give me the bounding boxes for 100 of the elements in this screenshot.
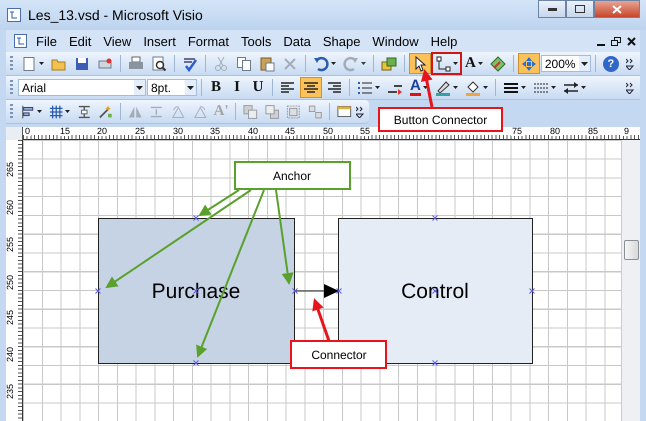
cut-icon [213, 56, 229, 72]
save-icon [74, 56, 90, 72]
connector-arrow [294, 284, 339, 298]
callout-box: Button Connector [378, 107, 503, 132]
flip-horizontal-icon [128, 104, 142, 120]
preview-icon [151, 56, 167, 72]
align-left-icon [280, 80, 296, 96]
window-title: Les_13.vsd - Microsoft Visio [28, 7, 204, 23]
bring-front-icon [243, 104, 258, 120]
overflow-icon[interactable] [626, 58, 636, 70]
rotate-right-icon [192, 104, 208, 120]
callout-box: Anchor [234, 161, 351, 190]
ruler-label: 255 [6, 236, 15, 252]
connection-point-icon [193, 215, 199, 221]
menu-item[interactable]: Help [424, 32, 464, 50]
close-icon[interactable] [627, 36, 636, 46]
caret-icon [578, 56, 590, 71]
distribute-icon [76, 104, 92, 120]
ruler-label: 9 [623, 127, 630, 136]
ruler-label: 15 [59, 127, 72, 136]
shapes-icon [381, 56, 397, 72]
ruler-label: 235 [6, 384, 15, 399]
group-icon [286, 104, 301, 120]
new-icon [21, 56, 37, 72]
connection-point-icon [292, 288, 298, 294]
menu-item[interactable]: Tools [235, 32, 278, 50]
scrollbar[interactable] [621, 140, 640, 421]
text-button[interactable]: A [462, 53, 486, 74]
menu-item[interactable]: Window [366, 32, 425, 50]
overflow-icon[interactable] [626, 82, 636, 94]
paste-icon [259, 56, 275, 72]
ruler-label: 240 [6, 346, 15, 362]
callout-arrow [312, 298, 330, 342]
send-back-icon [264, 104, 280, 120]
document-icon[interactable] [12, 33, 30, 49]
font-color-button[interactable]: A [407, 77, 431, 98]
menu-item[interactable]: File [30, 32, 63, 50]
text-button[interactable]: I [227, 77, 247, 98]
pointer-button[interactable] [409, 53, 431, 74]
align-center-button[interactable] [300, 77, 322, 98]
print-icon [128, 56, 144, 72]
fill-color-icon [464, 80, 481, 96]
connector-button[interactable] [432, 53, 461, 74]
minimize-button[interactable] [538, 0, 566, 18]
combo-field[interactable]: 8pt. [147, 79, 197, 96]
text-button[interactable]: U [248, 77, 268, 98]
ruler-corner [6, 127, 23, 140]
redo-icon [343, 56, 359, 72]
close-button[interactable] [594, 0, 640, 18]
caret-icon [134, 80, 145, 95]
menu-item[interactable]: Edit [62, 32, 98, 50]
line-color-icon [434, 80, 451, 96]
menu-item[interactable]: Insert [137, 32, 182, 50]
combo-field[interactable]: Arial [18, 79, 146, 96]
connection-point-icon [95, 288, 101, 294]
restore-icon[interactable] [611, 36, 621, 46]
connection-point-icon [336, 288, 342, 294]
menu-item[interactable]: View [97, 32, 138, 50]
menu-item[interactable]: Shape [316, 32, 366, 50]
ruler-label: 75 [511, 127, 524, 136]
ruler-label: 20 [96, 127, 108, 136]
align-shapes-icon [20, 104, 36, 120]
text-button[interactable]: B [206, 77, 226, 98]
connection-point-icon [193, 360, 199, 366]
copy-icon [236, 56, 252, 72]
connection-point-icon [529, 288, 535, 294]
caret-icon [185, 80, 196, 95]
callout-arrow [420, 69, 434, 108]
maximize-button[interactable] [566, 0, 594, 18]
minimize-icon [548, 8, 556, 10]
ruler-label: 55 [359, 127, 372, 136]
ruler-label: 35 [209, 127, 222, 136]
ruler-label: 250 [6, 274, 15, 290]
ruler-label: 245 [6, 310, 15, 325]
bullets-icon [357, 80, 373, 96]
close-icon [612, 4, 622, 14]
line-ends-icon [562, 80, 579, 96]
undo-icon [313, 56, 329, 72]
ruler-label: 45 [284, 127, 296, 136]
menu-item[interactable]: Data [277, 32, 317, 50]
ruler-label: 30 [172, 127, 184, 136]
ruler-label: 85 [587, 127, 600, 136]
connection-point-icon [432, 360, 438, 366]
callout-box: Connector [290, 340, 387, 369]
connect-shapes-icon [98, 104, 113, 120]
delete-icon [282, 56, 298, 72]
combo-field[interactable]: 200% [540, 55, 591, 72]
layer-icon [337, 104, 352, 120]
permission-icon [97, 56, 113, 72]
ruler-label: 50 [322, 127, 334, 136]
app-icon [6, 7, 22, 23]
ruler-label: 25 [134, 127, 146, 136]
spell-icon [182, 56, 198, 72]
connection-point-icon [432, 215, 438, 221]
overflow-icon[interactable] [356, 106, 366, 118]
maximize-icon [575, 5, 585, 13]
pan-icon [520, 56, 537, 72]
menu-item[interactable]: Format [182, 32, 235, 50]
align-right-icon [326, 80, 342, 96]
pan-button[interactable] [518, 53, 540, 74]
